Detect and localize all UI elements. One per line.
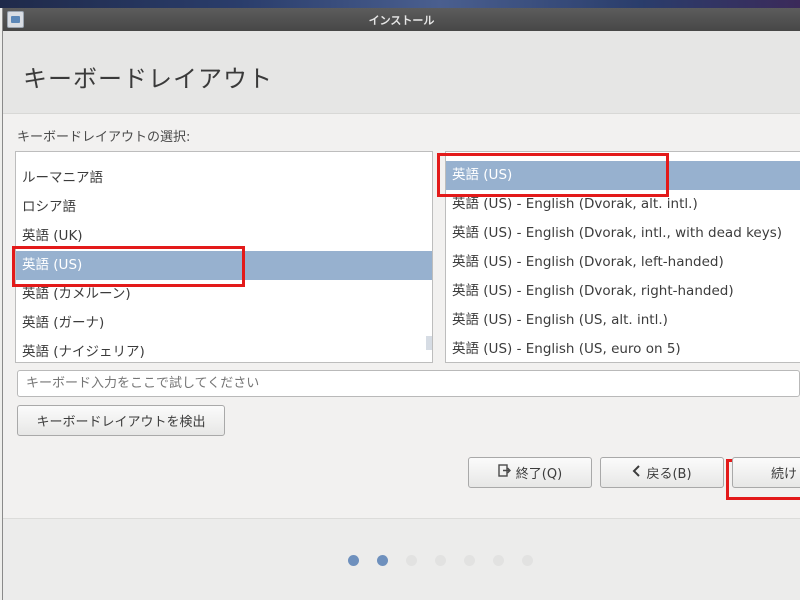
chevron-left-icon [632, 464, 641, 481]
desktop-background [0, 0, 800, 8]
list-item-variant[interactable]: 英語 (US) - English (Dvorak, left-handed) [446, 248, 800, 277]
back-button[interactable]: 戻る(B) [600, 457, 724, 488]
progress-dot [522, 555, 533, 566]
list-item-variant[interactable]: 英語 (US) - English (US, euro on 5) [446, 335, 800, 362]
list-item-layout[interactable]: ルーマニア語 [16, 164, 432, 193]
progress-dot [406, 555, 417, 566]
highlight-box-layout [12, 246, 245, 287]
exit-icon [498, 464, 511, 481]
keyboard-test-input[interactable] [17, 370, 800, 397]
window-title: インストール [368, 13, 435, 27]
progress-dot [435, 555, 446, 566]
progress-dot [464, 555, 475, 566]
installer-app-icon [7, 11, 24, 28]
list-item-layout[interactable]: ロシア語 [16, 193, 432, 222]
list-item-variant[interactable]: 英語 (US) - English (Dvorak, right-handed) [446, 277, 800, 306]
page-title: キーボードレイアウト [23, 65, 273, 93]
list-item-layout[interactable]: 英語 (ナイジェリア) [16, 338, 432, 362]
highlight-box-variant [437, 153, 669, 197]
progress-dot [493, 555, 504, 566]
detect-layout-button[interactable]: キーボードレイアウトを検出 [17, 405, 225, 436]
title-bar[interactable]: インストール [3, 8, 800, 31]
list-item-layout[interactable]: 英語 (ガーナ) [16, 309, 432, 338]
progress-dot [348, 555, 359, 566]
quit-button[interactable]: 終了(Q) [468, 457, 592, 488]
progress-dot [377, 555, 388, 566]
page-header: キーボードレイアウト [3, 31, 800, 114]
progress-area [3, 518, 800, 600]
layout-list-scrollbar[interactable] [426, 336, 432, 350]
continue-button[interactable]: 続け [732, 457, 800, 488]
list-item-variant[interactable]: 英語 (US) - English (Dvorak, intl., with d… [446, 219, 800, 248]
list-item-variant[interactable]: 英語 (US) - English (US, alt. intl.) [446, 306, 800, 335]
layout-select-label: キーボードレイアウトの選択: [17, 130, 191, 145]
